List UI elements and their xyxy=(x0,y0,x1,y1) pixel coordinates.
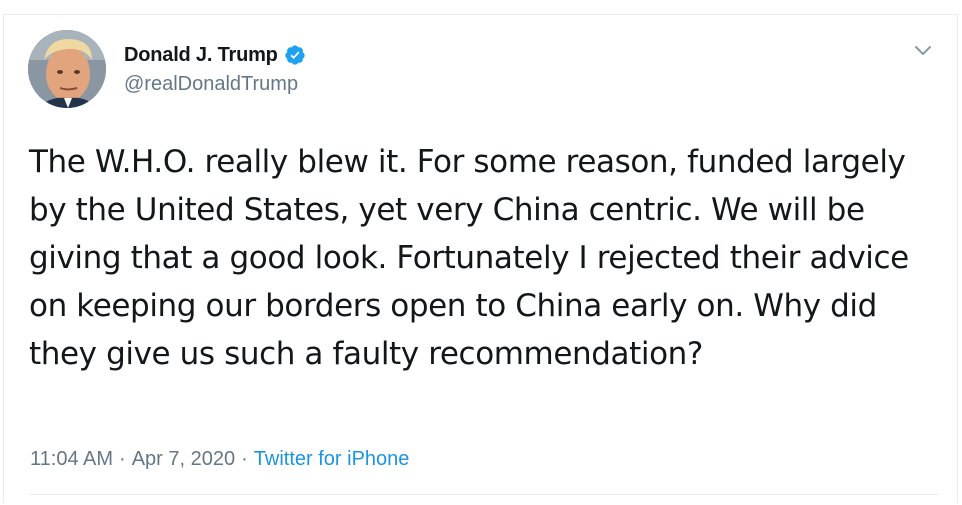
tweet-date[interactable]: Apr 7, 2020 xyxy=(132,448,235,471)
separator: · xyxy=(119,448,126,470)
display-name[interactable]: Donald J. Trump xyxy=(124,44,278,67)
user-handle[interactable]: @realDonaldTrump xyxy=(124,73,298,96)
tweet-source-link[interactable]: Twitter for iPhone xyxy=(254,448,410,471)
name-row: Donald J. Trump xyxy=(124,42,306,68)
tweet-metadata: 11:04 AM · Apr 7, 2020 · Twitter for iPh… xyxy=(30,448,409,471)
avatar-image xyxy=(28,30,106,108)
tweet-text: The W.H.O. really blew it. For some reas… xyxy=(29,144,909,372)
avatar[interactable] xyxy=(28,30,106,108)
divider xyxy=(29,494,939,495)
tweet-time[interactable]: 11:04 AM xyxy=(30,448,113,471)
separator: · xyxy=(241,448,248,470)
chevron-down-icon[interactable] xyxy=(911,42,935,60)
verified-badge-icon xyxy=(284,44,306,66)
